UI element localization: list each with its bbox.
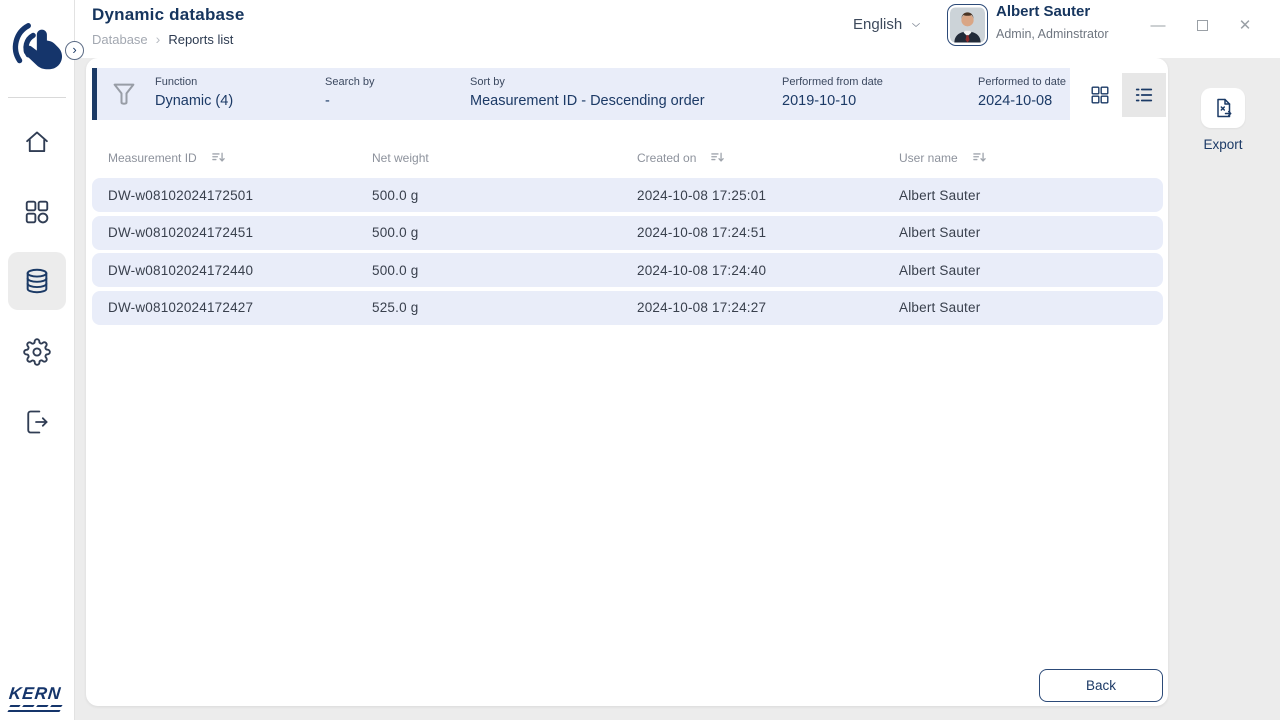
avatar-photo bbox=[950, 7, 985, 43]
apps-icon bbox=[23, 198, 51, 226]
sidebar-expand-button[interactable]: › bbox=[65, 41, 84, 60]
table-row[interactable]: DW-w08102024172451500.0 g2024-10-08 17:2… bbox=[92, 216, 1163, 250]
table-cell: 500.0 g bbox=[372, 263, 637, 278]
grid-view-icon bbox=[1089, 84, 1111, 106]
export-button[interactable] bbox=[1201, 88, 1245, 128]
page-title: Dynamic database bbox=[92, 5, 245, 25]
home-icon bbox=[23, 128, 51, 156]
chevron-right-icon: › bbox=[72, 43, 76, 56]
touch-hand-logo-icon bbox=[7, 6, 69, 90]
filter-field-function: Function Dynamic (4) bbox=[155, 76, 233, 109]
filter-accent-bar bbox=[92, 68, 97, 120]
column-header: Measurement ID bbox=[108, 150, 372, 165]
breadcrumb-database[interactable]: Database bbox=[92, 32, 148, 47]
table-row[interactable]: DW-w08102024172427525.0 g2024-10-08 17:2… bbox=[92, 291, 1163, 325]
column-header: User name bbox=[899, 150, 1147, 165]
workspace-background: Function Dynamic (4) Search by - Sort by… bbox=[75, 58, 1280, 720]
table-row[interactable]: DW-w08102024172440500.0 g2024-10-08 17:2… bbox=[92, 253, 1163, 287]
export-label: Export bbox=[1187, 137, 1259, 152]
column-header-label: Measurement ID bbox=[108, 151, 197, 165]
view-toggle bbox=[1078, 73, 1166, 117]
grid-view-button[interactable] bbox=[1078, 73, 1122, 117]
sidebar-item-database[interactable] bbox=[8, 252, 66, 310]
sidebar-item-functions[interactable] bbox=[8, 183, 66, 241]
column-header: Net weight bbox=[372, 150, 637, 165]
filter-summary-bar[interactable]: Function Dynamic (4) Search by - Sort by… bbox=[92, 68, 1070, 120]
table-cell: Albert Sauter bbox=[899, 225, 1147, 240]
maximize-button[interactable] bbox=[1191, 14, 1213, 36]
kern-logo: KERN bbox=[9, 684, 67, 710]
list-view-button[interactable] bbox=[1122, 73, 1166, 117]
export-file-icon bbox=[1211, 96, 1235, 120]
breadcrumb-reports-list: Reports list bbox=[168, 32, 233, 47]
table-cell: 500.0 g bbox=[372, 188, 637, 203]
breadcrumb-separator: › bbox=[156, 31, 161, 47]
table-cell: 2024-10-08 17:24:51 bbox=[637, 225, 899, 240]
top-bar: Dynamic database Database › Reports list… bbox=[75, 0, 1280, 58]
language-label: English bbox=[853, 16, 902, 33]
user-avatar[interactable] bbox=[947, 4, 988, 46]
table-row[interactable]: DW-w08102024172501500.0 g2024-10-08 17:2… bbox=[92, 178, 1163, 212]
table-cell: 500.0 g bbox=[372, 225, 637, 240]
database-icon bbox=[23, 267, 51, 295]
table-cell: DW-w08102024172501 bbox=[108, 188, 372, 203]
table-cell: 2024-10-08 17:24:40 bbox=[637, 263, 899, 278]
filter-field-search-by: Search by - bbox=[325, 76, 375, 109]
reports-card: Function Dynamic (4) Search by - Sort by… bbox=[86, 58, 1168, 706]
user-name: Albert Sauter bbox=[996, 3, 1109, 20]
table-cell: DW-w08102024172451 bbox=[108, 225, 372, 240]
export-section: Export bbox=[1187, 88, 1259, 152]
back-button[interactable]: Back bbox=[1039, 669, 1163, 702]
column-header-label: User name bbox=[899, 151, 958, 165]
filter-field-performed-from: Performed from date 2019-10-10 bbox=[782, 76, 883, 109]
table-header: Measurement ID Net weight Created on User n… bbox=[92, 150, 1163, 165]
sidebar-item-logout[interactable] bbox=[8, 393, 66, 451]
table-cell: Albert Sauter bbox=[899, 263, 1147, 278]
table-cell: DW-w08102024172427 bbox=[108, 300, 372, 315]
maximize-icon bbox=[1197, 20, 1208, 31]
column-header-label: Net weight bbox=[372, 151, 429, 165]
user-role: Admin, Adminstrator bbox=[996, 27, 1109, 41]
column-header-label: Created on bbox=[637, 151, 696, 165]
reports-table: DW-w08102024172501500.0 g2024-10-08 17:2… bbox=[92, 178, 1163, 328]
funnel-icon bbox=[109, 79, 139, 109]
list-view-icon bbox=[1133, 84, 1155, 106]
sidebar-item-settings[interactable] bbox=[8, 323, 66, 381]
minimize-button[interactable]: — bbox=[1147, 14, 1169, 36]
sort-icon[interactable] bbox=[710, 150, 725, 165]
logout-icon bbox=[23, 408, 51, 436]
filter-field-sort-by: Sort by Measurement ID - Descending orde… bbox=[470, 76, 705, 109]
table-cell: Albert Sauter bbox=[899, 188, 1147, 203]
sort-icon[interactable] bbox=[972, 150, 987, 165]
sidebar: KERN bbox=[0, 0, 75, 720]
table-cell: Albert Sauter bbox=[899, 300, 1147, 315]
app-window: KERN › Dynamic database Database › Repor… bbox=[0, 0, 1280, 720]
sort-icon[interactable] bbox=[211, 150, 226, 165]
user-info: Albert Sauter Admin, Adminstrator bbox=[996, 3, 1109, 41]
chevron-down-icon bbox=[910, 19, 922, 31]
table-cell: 525.0 g bbox=[372, 300, 637, 315]
breadcrumb: Database › Reports list bbox=[92, 31, 245, 47]
language-selector[interactable]: English bbox=[853, 16, 922, 33]
table-cell: DW-w08102024172440 bbox=[108, 263, 372, 278]
filter-field-performed-to: Performed to date 2024-10-08 bbox=[978, 76, 1066, 109]
column-header: Created on bbox=[637, 150, 899, 165]
table-cell: 2024-10-08 17:25:01 bbox=[637, 188, 899, 203]
sidebar-divider bbox=[8, 97, 66, 98]
sidebar-item-home[interactable] bbox=[8, 113, 66, 171]
table-cell: 2024-10-08 17:24:27 bbox=[637, 300, 899, 315]
close-button[interactable]: ✕ bbox=[1234, 14, 1256, 36]
gear-icon bbox=[23, 338, 51, 366]
